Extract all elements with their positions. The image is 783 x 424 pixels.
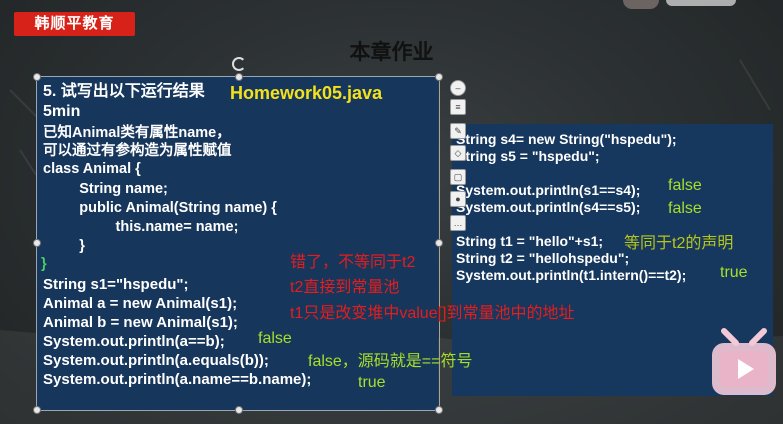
code-line: System.out.println(a.name==b.name); <box>43 371 312 388</box>
code-line: System.out.println(a.equals(b)); <box>43 352 269 369</box>
note-t1-declaration: 等同于t2的声明 <box>624 235 734 252</box>
code-line: System.out.println(a==b); <box>43 333 225 350</box>
eraser-icon[interactable]: ◇ <box>450 145 466 161</box>
answer-s4-s5: false <box>668 200 702 217</box>
more-icon[interactable]: … <box>450 215 466 231</box>
resize-handle-s[interactable] <box>235 406 243 414</box>
crop-icon[interactable]: ▢ <box>450 169 466 185</box>
answer-name-eq: true <box>358 374 386 391</box>
code-line: Animal a = new Animal(s1); <box>43 295 238 312</box>
code-line: String name; <box>43 181 168 197</box>
pen-icon[interactable]: ✎ <box>450 123 466 139</box>
annotation-t2-pool: t2直接到常量池 <box>290 279 400 296</box>
homework-filename: Homework05.java <box>230 83 383 103</box>
page-title: 本章作业 <box>349 41 434 64</box>
window-controls[interactable] <box>666 0 736 6</box>
code-line: this.name= name; <box>43 219 239 235</box>
code-line: } <box>41 256 47 272</box>
resize-handle-ne[interactable] <box>435 73 443 81</box>
answer-a-equals-b: false，源码就是==符号 <box>308 353 473 370</box>
annotation-t1-heap: t1只是改变堆中value[]到常量池中的地址 <box>290 305 575 322</box>
code-line: System.out.println(s1==s4); <box>456 182 641 198</box>
brand-logo: 韩顺平教育 <box>14 12 135 36</box>
answer-intern: true <box>720 264 748 281</box>
code-line: String s1="hspedu"; <box>43 276 189 293</box>
resize-handle-nw[interactable] <box>33 73 41 81</box>
answer-a-eq-b: false <box>258 330 292 347</box>
resize-handle-sw[interactable] <box>33 406 41 414</box>
resize-handle-se[interactable] <box>435 406 443 414</box>
code-line: } <box>43 238 85 254</box>
resize-handle-w[interactable] <box>33 239 41 247</box>
code-line: System.out.println(t1.intern()==t2); <box>456 267 687 283</box>
code-line: class Animal { <box>43 161 141 177</box>
code-line: Animal b = new Animal(s1); <box>43 314 238 331</box>
resize-handle-e[interactable] <box>435 239 443 247</box>
code-line: System.out.println(s4==s5); <box>456 199 641 215</box>
resize-handle-n[interactable] <box>235 73 243 81</box>
code-line: public Animal(String name) { <box>43 200 277 216</box>
time-estimate: 5min <box>43 103 81 120</box>
code-line: 已知Animal类有属性name， <box>43 125 231 141</box>
code-line: String s5 = "hspedu"; <box>456 148 600 164</box>
code-line: 可以通过有参构造为属性赋值 <box>43 143 232 159</box>
code-line: String t2 = "hellohspedu"; <box>456 250 630 266</box>
drawing-toolbar: – ≡ ✎ ◇ ▢ ● … <box>448 80 466 231</box>
code-line: String t1 = "hello"+s1; <box>456 233 604 249</box>
minus-circle-icon[interactable]: – <box>450 80 466 96</box>
tv-logo-icon <box>712 328 776 395</box>
code-line: String s4= new String("hspedu"); <box>456 131 677 147</box>
presenter-avatar <box>623 0 659 9</box>
annotation-error: 错了，不等同于t2 <box>290 254 416 271</box>
layers-icon[interactable]: ≡ <box>450 99 466 115</box>
pin-icon[interactable]: ● <box>450 191 466 207</box>
answer-s1-s4: false <box>668 177 702 194</box>
rotate-handle-icon[interactable] <box>232 57 246 71</box>
question-heading: 5. 试写出以下运行结果 <box>43 83 205 100</box>
